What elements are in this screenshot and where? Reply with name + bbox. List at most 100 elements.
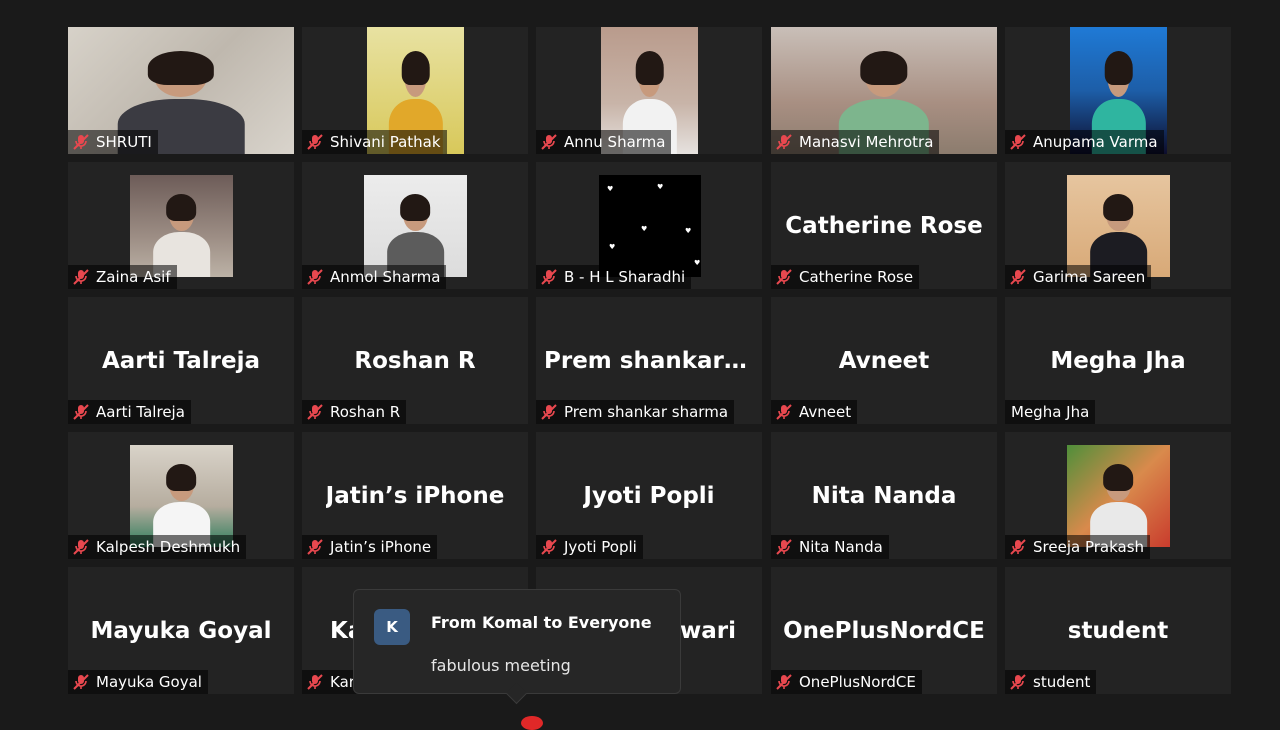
participant-tile[interactable]: OnePlusNordCE OnePlusNordCE: [771, 567, 997, 694]
participant-label: Garima Sareen: [1005, 265, 1152, 289]
chat-message: fabulous meeting: [431, 656, 571, 675]
chat-sender-line: From Komal to Everyone: [431, 613, 652, 632]
sender-avatar: K: [374, 609, 410, 645]
participant-label: Anmol Sharma: [302, 265, 447, 289]
participant-label: student: [1005, 670, 1097, 694]
participant-tile[interactable]: Anupama Varma: [1005, 27, 1231, 154]
sparkle-icon: ♥: [607, 185, 614, 193]
muted-mic-icon: [541, 539, 557, 555]
participant-tile[interactable]: Shivani Pathak: [302, 27, 528, 154]
participant-label: Prem shankar sharma: [536, 400, 735, 424]
participant-video: [1067, 175, 1170, 277]
participant-video: [130, 445, 233, 547]
participant-name: Annu Sharma: [564, 133, 666, 151]
participant-label: Roshan R: [302, 400, 407, 424]
participant-name: Anupama Varma: [1033, 133, 1158, 151]
participant-name: student: [1033, 673, 1091, 691]
participant-label: SHRUTI: [68, 130, 158, 154]
muted-mic-icon: [541, 269, 557, 285]
participant-label: Megha Jha: [1005, 400, 1096, 424]
participant-tile[interactable]: Jatin’s iPhone Jatin’s iPhone: [302, 432, 528, 559]
sparkle-icon: ♥: [657, 183, 664, 191]
participant-name: Kalpesh Deshmukh: [96, 538, 241, 556]
participant-tile[interactable]: Annu Sharma: [536, 27, 762, 154]
muted-mic-icon: [73, 404, 89, 420]
participant-name: SHRUTI: [96, 133, 152, 151]
participant-name: Nita Nanda: [799, 538, 883, 556]
participant-tile[interactable]: Jyoti Popli Jyoti Popli: [536, 432, 762, 559]
participant-video: [130, 175, 233, 277]
participant-label: Sreeja Prakash: [1005, 535, 1151, 559]
participant-name: Aarti Talreja: [96, 403, 185, 421]
muted-mic-icon: [307, 404, 323, 420]
participant-name: Roshan R: [330, 403, 401, 421]
participant-tile[interactable]: SHRUTI: [68, 27, 294, 154]
participant-label: B - H L Sharadhi: [536, 265, 692, 289]
participant-name: Catherine Rose: [799, 268, 914, 286]
participant-tile[interactable]: ♥ ♥ ♥ ♥ ♥ ♥ B - H L Sharadhi: [536, 162, 762, 289]
muted-mic-icon: [776, 539, 792, 555]
participant-name: OnePlusNordCE: [799, 673, 916, 691]
participant-video: [364, 175, 467, 277]
muted-mic-icon: [776, 134, 792, 150]
participant-tile[interactable]: Roshan R Roshan R: [302, 297, 528, 424]
sparkle-icon: ♥: [694, 259, 701, 267]
participant-tile[interactable]: Avneet Avneet: [771, 297, 997, 424]
participant-name: Garima Sareen: [1033, 268, 1146, 286]
muted-mic-icon: [307, 134, 323, 150]
participant-tile[interactable]: Aarti Talreja Aarti Talreja: [68, 297, 294, 424]
participant-label: Shivani Pathak: [302, 130, 447, 154]
participant-name: Manasvi Mehrotra: [799, 133, 934, 151]
participant-tile[interactable]: Catherine Rose Catherine Rose: [771, 162, 997, 289]
muted-mic-icon: [73, 269, 89, 285]
participant-label: Jyoti Popli: [536, 535, 643, 559]
participant-tile[interactable]: Zaina Asif: [68, 162, 294, 289]
muted-mic-icon: [541, 134, 557, 150]
participant-label: Kalpesh Deshmukh: [68, 535, 247, 559]
muted-mic-icon: [1010, 674, 1026, 690]
muted-mic-icon: [73, 539, 89, 555]
participant-tile[interactable]: Anmol Sharma: [302, 162, 528, 289]
participant-name: Sreeja Prakash: [1033, 538, 1145, 556]
popup-tail: [505, 682, 528, 705]
participant-label: Annu Sharma: [536, 130, 672, 154]
participant-tile[interactable]: Nita Nanda Nita Nanda: [771, 432, 997, 559]
muted-mic-icon: [307, 269, 323, 285]
participant-video: [1067, 445, 1170, 547]
participant-name: Jyoti Popli: [564, 538, 637, 556]
participant-tile[interactable]: Megha Jha Megha Jha: [1005, 297, 1231, 424]
participant-name: Zaina Asif: [96, 268, 171, 286]
chat-notification-popup[interactable]: K From Komal to Everyone fabulous meetin…: [353, 589, 681, 705]
participant-name: Avneet: [799, 403, 852, 421]
muted-mic-icon: [776, 404, 792, 420]
participant-name: Kar: [330, 673, 355, 691]
participant-name: Shivani Pathak: [330, 133, 441, 151]
muted-mic-icon: [1010, 539, 1026, 555]
muted-mic-icon: [1010, 134, 1026, 150]
participant-tile[interactable]: Mayuka Goyal Mayuka Goyal: [68, 567, 294, 694]
participant-name: Megha Jha: [1011, 403, 1090, 421]
participant-label: Jatin’s iPhone: [302, 535, 438, 559]
sparkle-icon: ♥: [685, 227, 692, 235]
participant-label: Avneet: [771, 400, 858, 424]
muted-mic-icon: [541, 404, 557, 420]
participant-tile[interactable]: Manasvi Mehrotra: [771, 27, 997, 154]
participant-tile[interactable]: Kalpesh Deshmukh: [68, 432, 294, 559]
participant-label: Catherine Rose: [771, 265, 920, 289]
participant-tile[interactable]: Garima Sareen: [1005, 162, 1231, 289]
muted-mic-icon: [776, 269, 792, 285]
chat-indicator-icon[interactable]: [521, 716, 543, 730]
participant-label: Aarti Talreja: [68, 400, 191, 424]
participant-tile[interactable]: Sreeja Prakash: [1005, 432, 1231, 559]
participant-name: Mayuka Goyal: [96, 673, 202, 691]
participant-name: Anmol Sharma: [330, 268, 441, 286]
muted-mic-icon: [73, 674, 89, 690]
participant-name: Jatin’s iPhone: [330, 538, 432, 556]
participant-label: Zaina Asif: [68, 265, 177, 289]
muted-mic-icon: [307, 674, 323, 690]
muted-mic-icon: [1010, 269, 1026, 285]
participant-tile[interactable]: Prem shankar s... Prem shankar sharma: [536, 297, 762, 424]
participant-tile[interactable]: student student: [1005, 567, 1231, 694]
participant-name: B - H L Sharadhi: [564, 268, 686, 286]
participant-label: Anupama Varma: [1005, 130, 1164, 154]
